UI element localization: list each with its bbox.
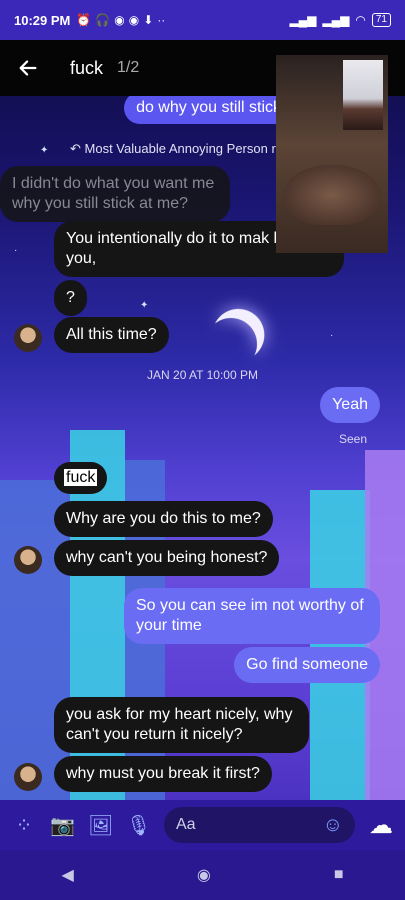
messenger-icon: ◉ <box>128 13 140 27</box>
cloud-icon[interactable]: ☁ <box>369 811 393 840</box>
message-bubble-incoming[interactable]: you ask for my heart nicely, why can't y… <box>54 697 309 753</box>
message-bubble-incoming[interactable]: Why are you do this to me? <box>54 501 273 537</box>
message-composer: ⁘ 📷 🖼 🎙 Aa ☺ ☁ <box>0 800 405 850</box>
reply-icon: ↶ <box>70 141 85 156</box>
seen-status: Seen <box>338 432 367 446</box>
reply-label: ↶ Most Valuable Annoying Person rep <box>70 141 291 156</box>
signal-icon: ▂▄▆ <box>289 13 317 27</box>
back-button[interactable] <box>0 40 56 96</box>
message-bubble-incoming[interactable]: All this time? <box>54 317 169 353</box>
grid-dots-icon[interactable]: ⁘ <box>12 813 36 838</box>
message-input-placeholder: Aa <box>176 816 196 833</box>
status-time: 10:29 PM <box>14 12 71 28</box>
nav-home-button[interactable]: ◉ <box>197 865 211 885</box>
self-video[interactable] <box>343 60 383 130</box>
more-icon: ·· <box>157 13 166 27</box>
emoji-icon[interactable]: ☺ <box>323 814 343 837</box>
message-bubble-outgoing[interactable]: So you can see im not worthy of your tim… <box>124 588 380 644</box>
image-icon[interactable]: 🖼 <box>88 813 113 838</box>
download-icon: ⬇ <box>143 13 154 27</box>
camera-icon[interactable]: 📷 <box>50 813 75 838</box>
quoted-message[interactable]: I didn't do what you want me why you sti… <box>0 166 230 222</box>
messenger-icon: ◉ <box>114 13 125 27</box>
video-call-preview[interactable] <box>276 55 388 253</box>
system-nav-bar: ◀ ◉ ■ <box>0 850 405 900</box>
message-bubble-incoming[interactable]: why can't you being honest? <box>54 540 280 576</box>
microphone-icon[interactable]: 🎙 <box>126 813 151 838</box>
message-input[interactable]: Aa ☺ <box>164 807 355 843</box>
search-result-counter: 1/2 <box>117 59 140 76</box>
star-icon: ✦ <box>140 300 149 311</box>
message-bubble-outgoing[interactable]: Go find someone <box>234 647 380 683</box>
star-icon: ✦ <box>40 145 49 156</box>
wifi-icon: ◠ <box>355 13 366 27</box>
search-highlight: fuck <box>64 469 98 486</box>
avatar[interactable] <box>14 324 42 352</box>
avatar[interactable] <box>14 546 42 574</box>
nav-back-button[interactable]: ◀ <box>62 865 74 885</box>
star-icon: · <box>14 245 18 256</box>
message-bubble-incoming[interactable]: ? <box>54 280 87 316</box>
timestamp: JAN 20 AT 10:00 PM <box>147 368 258 382</box>
alarm-icon: ⏰ <box>76 13 92 27</box>
nav-recents-button[interactable]: ■ <box>334 866 344 884</box>
message-bubble-outgoing[interactable]: Yeah <box>320 387 380 423</box>
message-bubble-incoming[interactable]: fuck <box>54 462 108 494</box>
message-bubble-outgoing[interactable]: do why you still stick <box>124 92 293 124</box>
message-bubble-incoming[interactable]: why must you break it first? <box>54 756 272 792</box>
signal-icon: ▂▄▆ <box>322 13 350 27</box>
arrow-left-icon <box>19 60 37 76</box>
remote-video <box>284 165 380 225</box>
search-query-title: fuck <box>70 57 104 78</box>
status-bar: 10:29 PM ⏰ 🎧 ◉ ◉ ⬇ ·· ▂▄▆ ▂▄▆ ◠ 71 <box>0 0 405 40</box>
headphones-icon: 🎧 <box>95 13 111 27</box>
avatar[interactable] <box>14 763 42 791</box>
star-icon: · <box>330 330 334 341</box>
battery-icon: 71 <box>371 13 391 27</box>
